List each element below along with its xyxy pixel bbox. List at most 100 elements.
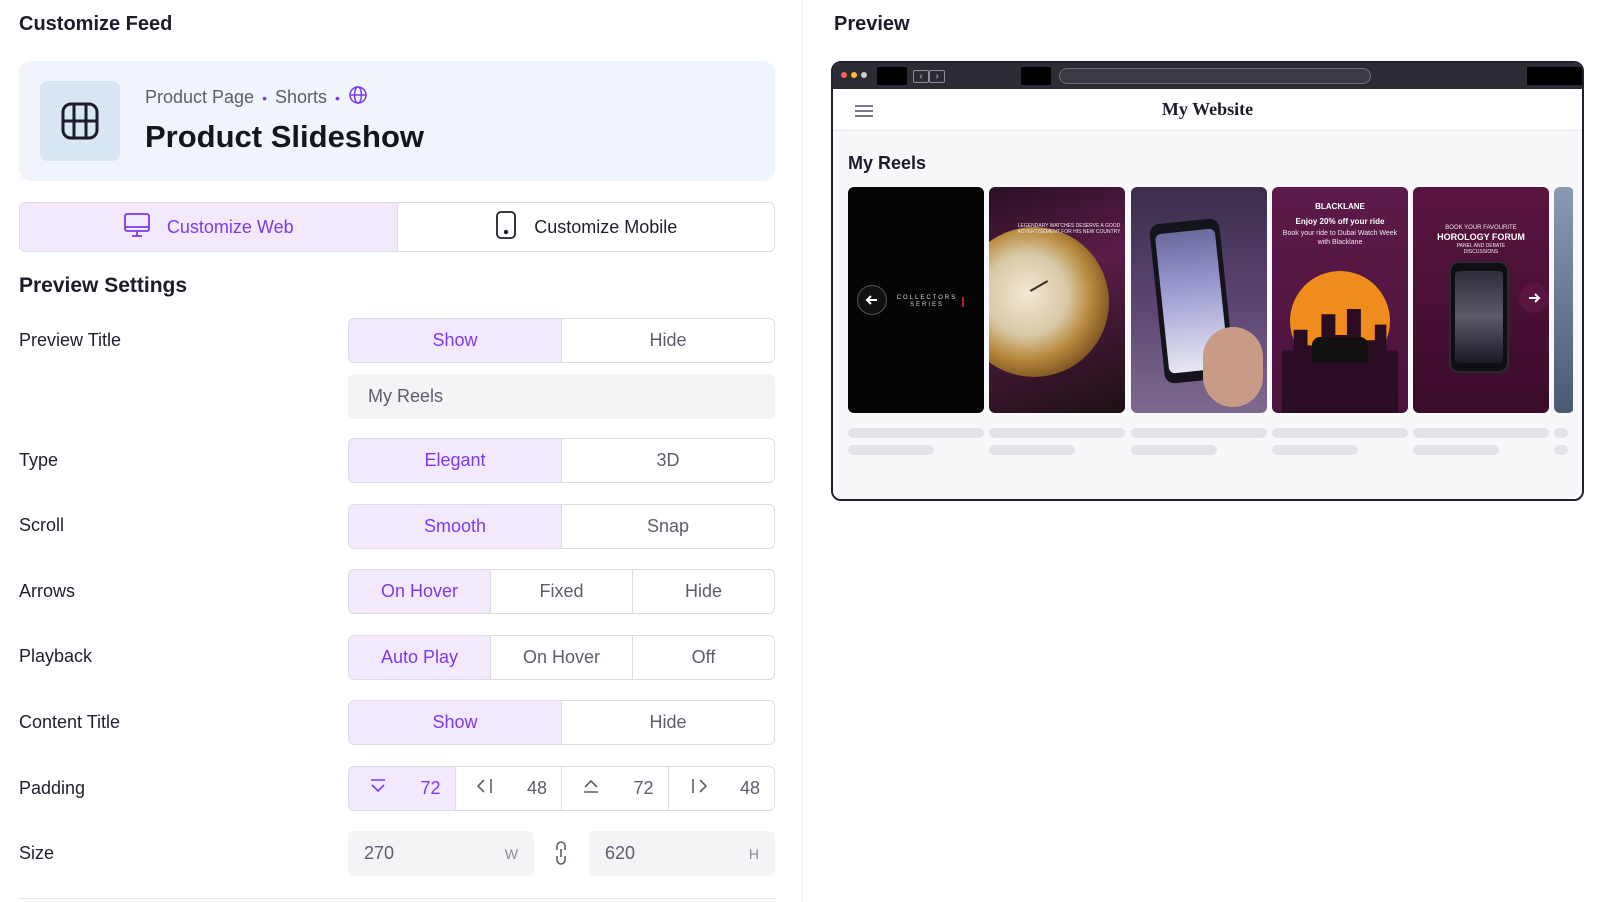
arrow-right-icon xyxy=(1529,293,1541,303)
toolbar-block xyxy=(877,67,907,85)
reel-card: BLACKLANE Enjoy 20% off your ride Book y… xyxy=(1272,187,1408,413)
site-title: My Website xyxy=(1161,99,1254,119)
playback-toggle: Auto Play On Hover Off xyxy=(348,635,775,680)
playback-label: Playback xyxy=(19,646,93,666)
preview-title-hide-option[interactable]: Hide xyxy=(561,319,774,362)
reel-card: LEGENDARY WATCHES DESERVE A GOOD ADVERTI… xyxy=(989,187,1125,413)
content-subtitle-placeholder xyxy=(1272,445,1358,455)
size-height-input[interactable]: 620 H xyxy=(589,831,775,876)
type-elegant-option[interactable]: Elegant xyxy=(349,439,561,482)
scroll-smooth-option[interactable]: Smooth xyxy=(349,505,561,548)
reel-kicker: BOOK YOUR FAVOURITE xyxy=(1445,225,1517,231)
reel-caption: LEGENDARY WATCHES DESERVE A GOOD ADVERTI… xyxy=(1017,223,1121,235)
carousel-prev-button[interactable] xyxy=(857,285,887,315)
globe-icon[interactable] xyxy=(348,85,368,110)
padding-controls: 72 48 72 48 xyxy=(348,766,775,811)
padding-top-field[interactable]: 72 xyxy=(561,767,668,810)
breadcrumb-item[interactable]: Product Page xyxy=(145,87,254,108)
link-icon[interactable] xyxy=(548,838,574,868)
platform-tabs: Customize Web Customize Mobile xyxy=(19,202,775,252)
forward-icon: › xyxy=(929,70,945,83)
size-width-unit: W xyxy=(504,845,518,862)
scroll-snap-option[interactable]: Snap xyxy=(561,505,774,548)
content-title-toggle: Show Hide xyxy=(348,700,775,745)
reel-subtext: Book your ride to Dubai Watch Week with … xyxy=(1282,230,1398,246)
tab-label: Customize Web xyxy=(166,216,294,237)
padding-bottom-field[interactable]: 72 xyxy=(349,767,455,810)
playback-off-option[interactable]: Off xyxy=(632,636,774,679)
reel-caption: COLLECTORS SERIES xyxy=(896,295,958,308)
divider xyxy=(19,898,775,899)
reels-title: My Reels xyxy=(848,153,927,173)
scroll-toggle: Smooth Snap xyxy=(348,504,775,549)
content-subtitle-placeholder xyxy=(1413,445,1499,455)
close-dot xyxy=(841,72,847,78)
toolbar-block xyxy=(1021,67,1051,85)
minimize-dot xyxy=(851,72,857,78)
tab-customize-web[interactable]: Customize Web xyxy=(20,203,398,251)
padding-top-icon xyxy=(582,777,600,800)
arrows-on-hover-option[interactable]: On Hover xyxy=(349,570,490,613)
preview-title-show-option[interactable]: Show xyxy=(349,319,561,362)
arrows-toggle: On Hover Fixed Hide xyxy=(348,569,775,614)
breadcrumb: Product Page • Shorts • xyxy=(145,85,368,110)
phone-image xyxy=(1449,261,1509,373)
carousel-next-button[interactable] xyxy=(1519,283,1549,313)
preview-heading: Preview xyxy=(834,13,910,35)
reel-accent xyxy=(962,297,964,307)
hand-image xyxy=(1203,327,1263,407)
reels-carousel: COLLECTORS SERIES LEGENDARY WATCHES DESE… xyxy=(848,187,1573,413)
content-title-placeholder xyxy=(1413,428,1549,438)
playback-on-hover-option[interactable]: On Hover xyxy=(490,636,632,679)
reel-headline: Enjoy 20% off your ride xyxy=(1295,217,1385,226)
toolbar-block xyxy=(1527,67,1582,85)
feed-header-card: Product Page • Shorts • Product Slidesho… xyxy=(19,61,775,181)
preview-title-toggle: Show Hide xyxy=(348,318,775,363)
tab-customize-mobile[interactable]: Customize Mobile xyxy=(397,203,774,251)
watch-image xyxy=(989,227,1109,377)
browser-preview: ‹ › My Website My Reels COLLECTORS SERIE… xyxy=(831,61,1584,501)
padding-right-icon xyxy=(689,777,709,800)
content-subtitle-placeholder xyxy=(989,445,1075,455)
content-subtitle-placeholder xyxy=(1131,445,1217,455)
arrows-label: Arrows xyxy=(19,581,76,601)
arrows-hide-option[interactable]: Hide xyxy=(632,570,774,613)
size-width-input[interactable]: 270 W xyxy=(348,831,534,876)
content-title-placeholder xyxy=(1272,428,1408,438)
type-3d-option[interactable]: 3D xyxy=(561,439,774,482)
feed-title: Product Slideshow xyxy=(145,119,425,154)
size-height-unit: H xyxy=(748,845,759,862)
preview-title-input[interactable]: My Reels xyxy=(348,374,775,419)
content-title-show-option[interactable]: Show xyxy=(349,701,561,744)
maximize-dot xyxy=(861,72,867,78)
padding-top-value: 72 xyxy=(633,778,654,798)
back-icon: ‹ xyxy=(913,70,929,83)
monitor-icon xyxy=(123,211,151,244)
padding-bottom-value: 72 xyxy=(420,778,441,798)
arrows-fixed-option[interactable]: Fixed xyxy=(490,570,632,613)
reel-brand: BLACKLANE xyxy=(1315,202,1365,211)
grid-layout-icon xyxy=(40,81,120,161)
padding-left-field[interactable]: 48 xyxy=(454,767,561,810)
padding-left-icon xyxy=(476,777,496,800)
breadcrumb-item[interactable]: Shorts xyxy=(275,87,327,108)
reel-subtext: PANEL AND DEBATE DISCUSSIONS xyxy=(1456,243,1506,255)
preview-title-label: Preview Title xyxy=(19,330,122,350)
breadcrumb-separator: • xyxy=(262,89,267,106)
preview-settings-heading: Preview Settings xyxy=(19,274,188,297)
size-height-value: 620 xyxy=(605,843,636,863)
content-subtitle-placeholder xyxy=(848,445,934,455)
content-title-hide-option[interactable]: Hide xyxy=(561,701,774,744)
playback-auto-play-option[interactable]: Auto Play xyxy=(349,636,490,679)
padding-right-field[interactable]: 48 xyxy=(667,767,774,810)
scroll-label: Scroll xyxy=(19,515,65,535)
site-body: My Reels COLLECTORS SERIES LEGENDARY WAT… xyxy=(833,131,1582,499)
car-graphic xyxy=(1312,337,1368,363)
reel-card xyxy=(1131,187,1267,413)
padding-right-value: 48 xyxy=(739,778,760,798)
tab-label: Customize Mobile xyxy=(534,216,678,237)
content-title-placeholder xyxy=(1131,428,1267,438)
content-title-placeholder xyxy=(848,428,984,438)
customize-panel: Customize Feed Product Page • Shorts • P… xyxy=(0,0,803,902)
panel-title: Customize Feed xyxy=(19,13,173,35)
